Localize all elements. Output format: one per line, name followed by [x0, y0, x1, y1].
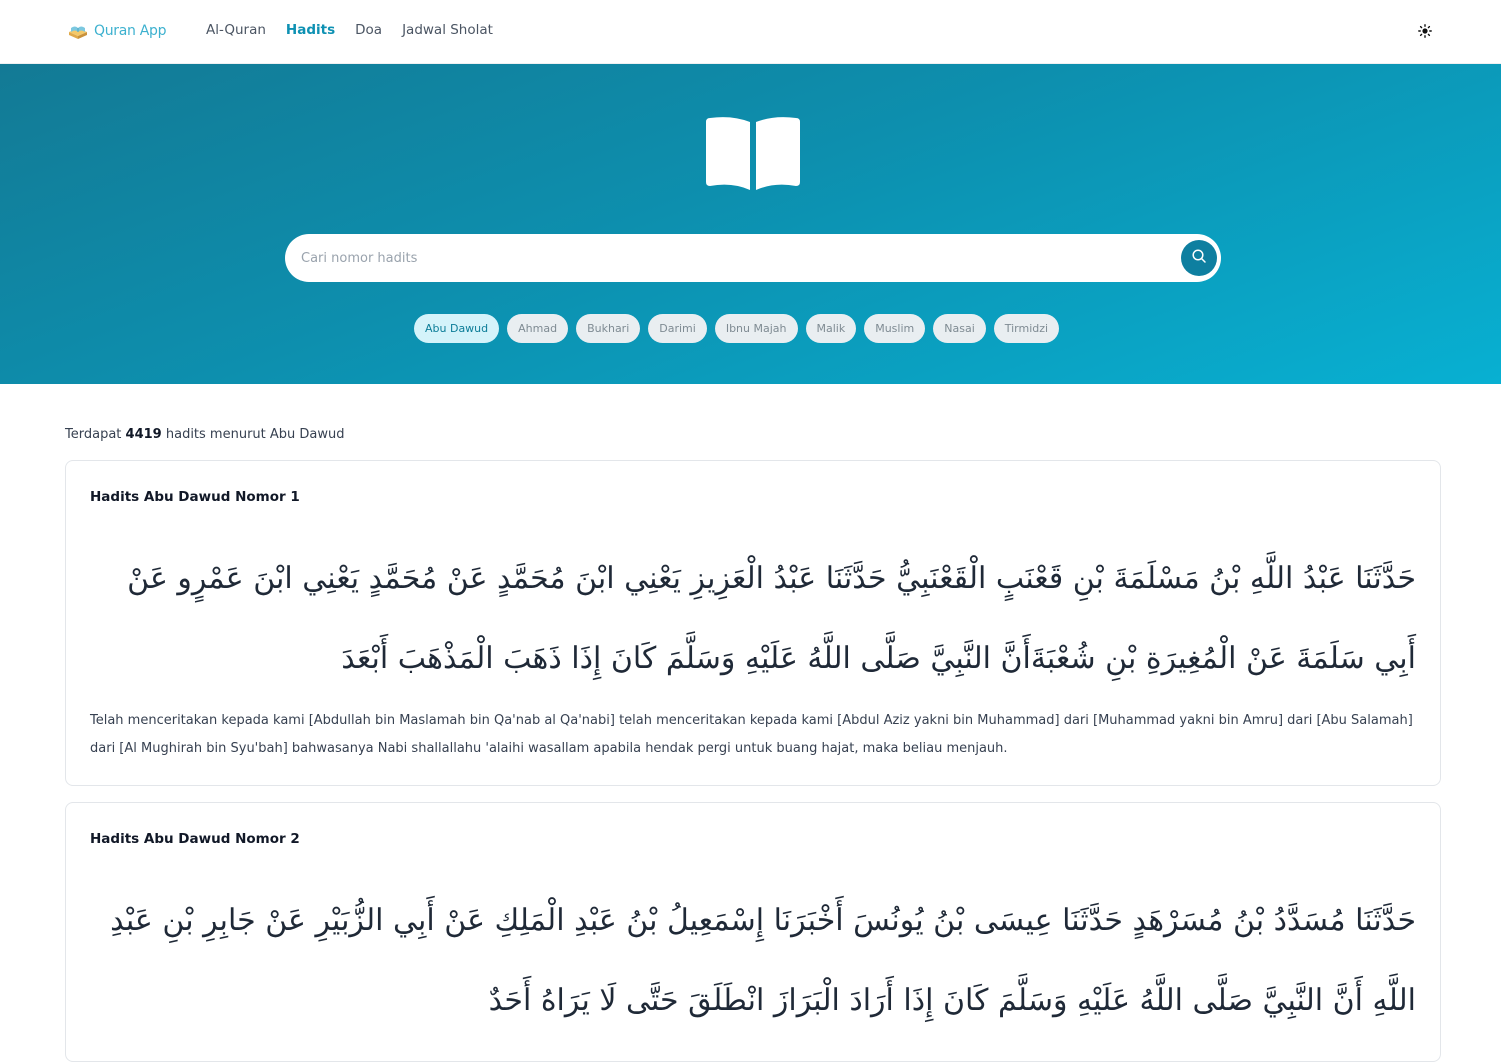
top-navbar: Quran App Al-Quran Hadits Doa Jadwal Sho… [0, 0, 1501, 64]
sun-icon [1418, 23, 1432, 42]
nav-doa[interactable]: Doa [355, 22, 382, 38]
chip-ahmad[interactable]: Ahmad [507, 314, 569, 343]
chip-nasai[interactable]: Nasai [933, 314, 986, 343]
chip-bukhari[interactable]: Bukhari [576, 314, 641, 343]
chip-abu-dawud[interactable]: Abu Dawud [414, 314, 500, 343]
hadith-card: Hadits Abu Dawud Nomor 1 حَدَّثَنَا عَبْ… [65, 460, 1441, 786]
chip-ibnu-majah[interactable]: Ibnu Majah [714, 314, 798, 343]
quran-logo-icon [66, 19, 90, 43]
chip-malik[interactable]: Malik [805, 314, 857, 343]
hadith-count: 4419 [125, 427, 162, 442]
nav-jadwal-sholat[interactable]: Jadwal Sholat [402, 22, 493, 38]
count-suffix: hadits menurut Abu Dawud [165, 427, 345, 442]
hadith-title: Hadits Abu Dawud Nomor 1 [90, 489, 300, 505]
count-prefix: Terdapat [65, 427, 122, 442]
hadith-arabic-text: حَدَّثَنَا عَبْدُ اللَّهِ بْنُ مَسْلَمَة… [127, 561, 1416, 676]
brand-name: Quran App [94, 23, 167, 39]
narrator-chips: Abu Dawud Ahmad Bukhari Darimi Ibnu Maja… [414, 314, 1060, 343]
search-icon [1191, 248, 1207, 268]
nav-hadits[interactable]: Hadits [286, 22, 335, 38]
main-nav: Al-Quran Hadits Doa Jadwal Sholat [206, 22, 493, 38]
chip-darimi[interactable]: Darimi [648, 314, 707, 343]
chip-muslim[interactable]: Muslim [864, 314, 926, 343]
chip-tirmidzi[interactable]: Tirmidzi [993, 314, 1060, 343]
open-book-icon [704, 116, 802, 192]
hadith-card: Hadits Abu Dawud Nomor 2 حَدَّثَنَا مُسَ… [65, 802, 1441, 1062]
search-input[interactable] [301, 234, 1161, 282]
hadith-translation: Telah menceritakan kepada kami [Abdullah… [90, 713, 1413, 756]
hero-section: Abu Dawud Ahmad Bukhari Darimi Ibnu Maja… [0, 64, 1501, 384]
hadith-arabic-text: حَدَّثَنَا مُسَدَّدُ بْنُ مُسَرْهَدٍ حَد… [110, 903, 1416, 1018]
search-bar [285, 234, 1221, 282]
brand[interactable]: Quran App [66, 19, 167, 43]
nav-al-quran[interactable]: Al-Quran [206, 22, 266, 38]
theme-toggle-button[interactable] [1414, 21, 1436, 43]
search-button[interactable] [1181, 240, 1217, 276]
hadith-count-summary: Terdapat 4419 hadits menurut Abu Dawud [65, 427, 345, 442]
hadith-title: Hadits Abu Dawud Nomor 2 [90, 831, 300, 847]
